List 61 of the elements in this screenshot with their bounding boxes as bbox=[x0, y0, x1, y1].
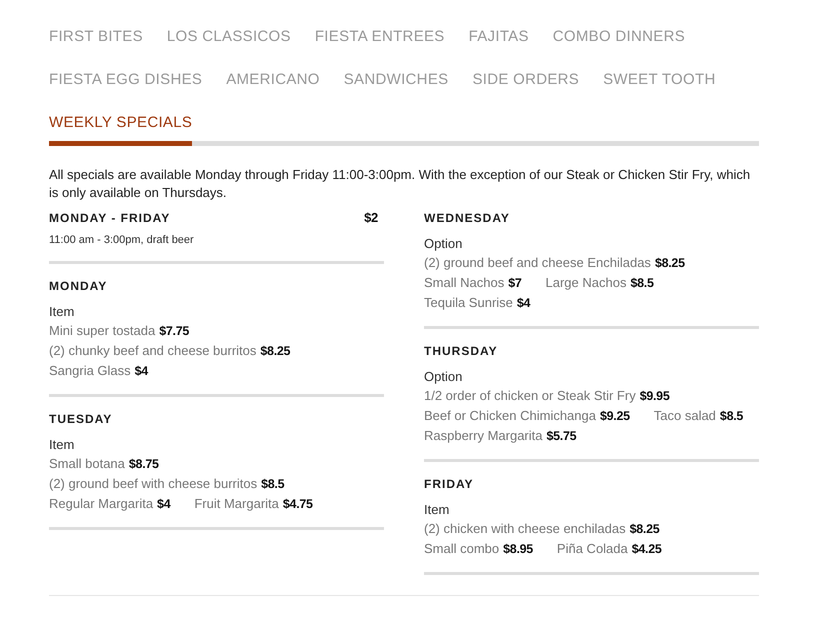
section-heading: THURSDAY bbox=[424, 343, 498, 360]
item-name: Taco salad bbox=[654, 407, 716, 425]
item-price: $8.25 bbox=[260, 343, 290, 360]
menu-tab[interactable]: LOS CLASSICOS bbox=[166, 25, 291, 49]
item-name: Fruit Margarita bbox=[194, 495, 279, 513]
item-name: (2) ground beef and cheese Enchiladas bbox=[424, 254, 651, 272]
item-price: $8.25 bbox=[630, 521, 660, 538]
section-heading: MONDAY bbox=[49, 278, 108, 295]
item-name: 1/2 order of chicken or Steak Stir Fry bbox=[424, 387, 636, 405]
item-name: Small Nachos bbox=[424, 274, 504, 292]
item-name: Sangria Glass bbox=[49, 362, 131, 380]
column-label: Option bbox=[424, 368, 462, 386]
section-heading: WEDNESDAY bbox=[424, 210, 510, 227]
item-price: $5.75 bbox=[546, 428, 576, 445]
item-price: $4 bbox=[157, 496, 170, 513]
item-name: Small botana bbox=[49, 455, 125, 473]
item-price: $8.5 bbox=[261, 476, 284, 493]
column-label: Item bbox=[49, 303, 74, 321]
item-name: Mini super tostada bbox=[49, 322, 156, 340]
section-heading: MONDAY - FRIDAY bbox=[49, 210, 170, 227]
item-name: Raspberry Margarita bbox=[424, 427, 542, 445]
item-name: Beef or Chicken Chimichanga bbox=[424, 407, 596, 425]
section-note: 11:00 am - 3:00pm, draft beer bbox=[49, 233, 194, 248]
item-price: $8.95 bbox=[503, 541, 533, 558]
column-label: Option bbox=[424, 235, 462, 253]
item-price: $4 bbox=[516, 295, 530, 312]
menu-tab[interactable]: AMERICANO bbox=[226, 68, 320, 92]
item-price: $7 bbox=[508, 275, 522, 292]
menu-tab[interactable]: COMBO DINNERS bbox=[552, 25, 686, 49]
item-price: $8.5 bbox=[630, 275, 654, 292]
intro-text: All specials are available Monday through Friday 11:00-3:00pm. With the exception of our Steak or Chicken Stir Fry, which is only available on Thursdays. bbox=[49, 166, 752, 202]
item-price: $9.25 bbox=[600, 408, 630, 425]
item-name: (2) chunky beef and cheese burritos bbox=[49, 342, 256, 360]
item-price: $8.5 bbox=[720, 408, 744, 425]
item-name: (2) chicken with cheese enchiladas bbox=[424, 520, 626, 538]
item-price: $9.95 bbox=[640, 388, 670, 405]
menu-tab[interactable]: WEEKLY SPECIALS bbox=[49, 111, 192, 146]
column-label: Item bbox=[49, 436, 74, 454]
item-price: $4 bbox=[134, 363, 148, 380]
item-name: Piña Colada bbox=[556, 540, 628, 558]
item-name: Large Nachos bbox=[546, 274, 626, 292]
menu-tab[interactable]: SIDE ORDERS bbox=[472, 68, 580, 92]
item-name: Tequila Sunrise bbox=[424, 294, 513, 312]
section-heading: TUESDAY bbox=[49, 411, 112, 428]
item-price: $2 bbox=[364, 209, 379, 227]
item-price: $8.75 bbox=[128, 456, 159, 473]
item-price: $4.75 bbox=[282, 496, 313, 513]
item-name: (2) ground beef with cheese burritos bbox=[49, 475, 258, 493]
section-heading: FRIDAY bbox=[424, 476, 474, 493]
item-name: Regular Margarita bbox=[49, 495, 154, 513]
menu-tab[interactable]: FAJITAS bbox=[468, 25, 529, 49]
menu-tab[interactable]: FIESTA EGG DISHES bbox=[49, 68, 202, 92]
item-name: Small combo bbox=[424, 540, 500, 558]
menu-tab[interactable]: SANDWICHES bbox=[344, 68, 448, 92]
menu-tab[interactable]: FIRST BITES bbox=[49, 25, 143, 49]
menu-tab[interactable]: FIESTA ENTREES bbox=[314, 25, 445, 49]
menu-tab[interactable]: SWEET TOOTH bbox=[603, 68, 716, 92]
item-price: $8.25 bbox=[654, 255, 685, 272]
column-label: Item bbox=[424, 501, 450, 519]
item-price: $4.25 bbox=[632, 541, 662, 558]
item-price: $7.75 bbox=[159, 323, 190, 340]
